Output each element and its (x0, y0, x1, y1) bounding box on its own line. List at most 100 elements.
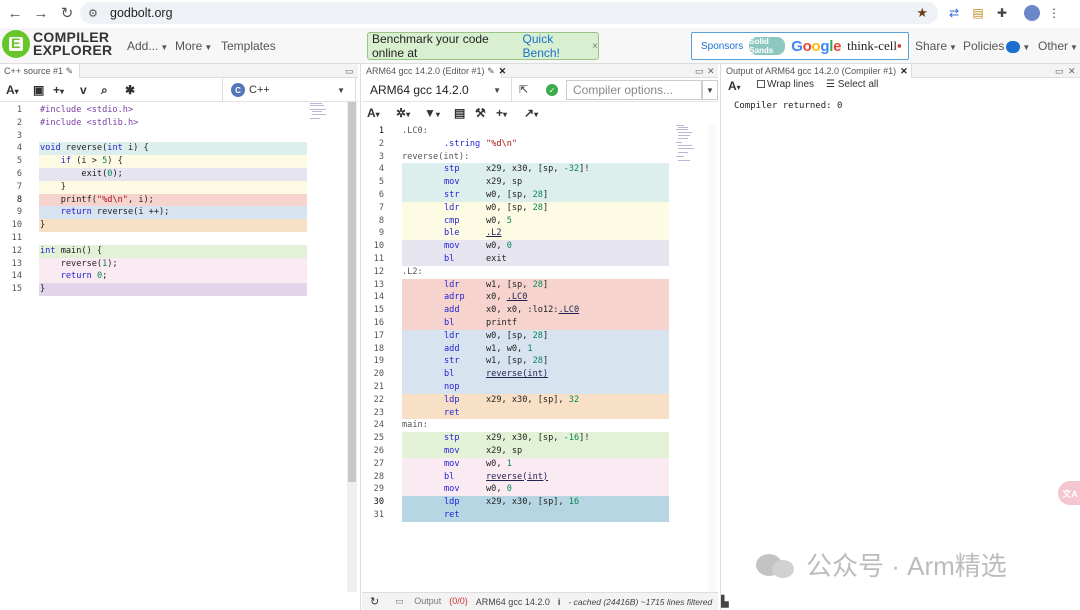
asm-line[interactable]: 6 str w0, [sp, 28] (362, 189, 672, 202)
filter-icon[interactable]: ▼▾ (424, 106, 440, 120)
source-line[interactable]: 2 #include <stdlib.h> (0, 117, 310, 130)
asm-line[interactable]: 18 add w1, w0, 1 (362, 342, 672, 356)
font-size-button[interactable]: A▾ (367, 106, 380, 120)
add-new-button[interactable]: +▾ (53, 83, 64, 97)
asm-label[interactable]: .L2: (402, 266, 423, 279)
maximize-icon[interactable]: ▭ (345, 64, 354, 78)
source-line[interactable]: 3 (0, 130, 310, 143)
source-line[interactable]: 4 void reverse(int i) { (0, 142, 310, 156)
asm-line[interactable]: 28 bl reverse(int) (362, 470, 672, 484)
asm-line[interactable]: 7 ldr w0, [sp, 28] (362, 201, 672, 215)
asm-line[interactable]: 1 .LC0: (362, 125, 672, 138)
asm-line[interactable]: 2 .string "%d\n" (362, 138, 672, 151)
asm-line[interactable]: 11 bl exit (362, 253, 672, 266)
vim-icon[interactable]: v (80, 83, 87, 97)
menu-share[interactable]: Share ▼ (915, 39, 957, 53)
asm-line[interactable]: 27 mov w0, 1 (362, 457, 672, 471)
asm-line[interactable]: 25 stp x29, x30, [sp, -16]! (362, 432, 672, 445)
profile-avatar[interactable] (1024, 5, 1040, 21)
address-bar[interactable]: ⚙ godbolt.org ★ (80, 2, 938, 24)
bookmark-star-icon[interactable]: ★ (916, 5, 928, 21)
asm-line[interactable]: 30 ldp x29, x30, [sp], 16 (362, 496, 672, 509)
thinkcell-logo[interactable]: think-cell▪ (847, 38, 901, 54)
source-line[interactable]: 8 printf("%d\n", i); (0, 193, 310, 207)
asm-line[interactable]: 8 cmp w0, 5 (362, 214, 672, 228)
asm-line[interactable]: 16 bl printf (362, 317, 672, 330)
asm-line[interactable]: 19 str w1, [sp, 28] (362, 355, 672, 369)
pane-splitter[interactable] (360, 64, 361, 610)
menu-add[interactable]: Add... ▼ (127, 39, 168, 53)
asm-line[interactable]: 29 mov w0, 0 (362, 483, 672, 497)
gear-icon[interactable]: ✲▾ (396, 106, 410, 120)
asm-line[interactable]: 21 nop (362, 381, 672, 394)
maximize-icon[interactable]: ▭ (695, 64, 704, 78)
asm-line[interactable]: 4 stp x29, x30, [sp, -32]! (362, 163, 672, 177)
asm-line[interactable]: 14 adrp x0, .LC0 (362, 291, 672, 305)
asm-line[interactable]: 23 ret (362, 406, 672, 420)
scroll-thumb[interactable] (348, 102, 356, 482)
asm-line[interactable]: 31 ret (362, 509, 672, 522)
site-info-icon[interactable]: ⚙ (88, 7, 102, 20)
compiler-select[interactable]: ARM64 gcc 14.2.0 ▼ (362, 78, 512, 102)
folder-extension-icon[interactable]: ▤ (968, 3, 988, 23)
asm-line[interactable]: 12 .L2: (362, 266, 672, 279)
popout-icon[interactable]: ⇱ (519, 83, 528, 96)
forward-icon[interactable]: → (30, 2, 52, 24)
reload-icon[interactable]: ↻ (56, 2, 78, 24)
tab-output[interactable]: Output of ARM64 gcc 14.2.0 (Compiler #1)… (722, 64, 912, 78)
source-line[interactable]: 13 reverse(1); (0, 257, 310, 271)
asm-scrollbar[interactable] (708, 124, 716, 592)
info-icon[interactable]: i (558, 597, 561, 607)
browser-menu-icon[interactable]: ⋮ (1044, 3, 1064, 23)
asm-line[interactable]: 9 ble .L2 (362, 227, 672, 241)
wrap-lines-toggle[interactable]: Wrap lines (757, 79, 814, 97)
source-line[interactable]: 11 (0, 232, 310, 245)
asm-line[interactable]: 24 main: (362, 419, 672, 432)
asm-line[interactable]: 13 ldr w1, [sp, 28] (362, 278, 672, 292)
translate-icon[interactable]: ⇄ (944, 3, 964, 23)
source-line[interactable]: 15} (0, 283, 310, 296)
close-pane-icon[interactable]: ✕ (707, 64, 715, 78)
asm-line[interactable]: 26 mov x29, sp (362, 445, 672, 458)
settings-icon[interactable]: ✱ (125, 83, 135, 97)
asm-line[interactable]: 15 add x0, x0, :lo12:.LC0 (362, 304, 672, 317)
refresh-icon[interactable]: ↻ (370, 595, 379, 608)
ce-logo[interactable]: COMPILER EXPLORER (2, 30, 112, 58)
asm-minimap[interactable] (674, 124, 700, 164)
language-select[interactable]: C C++ ▼ (222, 78, 356, 102)
source-line[interactable]: 1 #include <stdio.h> (0, 104, 310, 117)
compiler-options-input[interactable]: Compiler options... (566, 80, 702, 100)
source-editor[interactable]: 1 #include <stdio.h> 2 #include <stdlib.h> 3… (0, 104, 310, 304)
maximize-icon[interactable]: ▭ (1055, 64, 1064, 78)
source-line[interactable]: 9 return reverse(i ++); (0, 206, 310, 220)
extensions-puzzle-icon[interactable]: ✚ (992, 3, 1012, 23)
source-line[interactable]: 14 return 0; (0, 270, 310, 284)
asm-output-editor[interactable]: 1 .LC0: 2 .string "%d\n" 3 reverse(int): 4 stp x2… (362, 125, 672, 525)
tab-source[interactable]: C++ source #1 ✎ (0, 64, 80, 78)
search-icon[interactable]: ⌕ (101, 83, 108, 98)
source-line[interactable]: 10} (0, 219, 310, 232)
save-icon[interactable]: ▣ (33, 83, 44, 97)
optimization-icon[interactable]: ↗▾ (524, 106, 538, 120)
menu-other[interactable]: Other ▼ (1038, 39, 1078, 53)
translate-fab-icon[interactable]: 文A (1058, 481, 1080, 505)
output-link[interactable]: ▭ Output (0/0) (387, 596, 468, 607)
solid-sands-logo[interactable]: Solid Sands (749, 37, 786, 55)
close-icon[interactable]: × (592, 41, 598, 52)
source-minimap[interactable] (308, 102, 332, 122)
source-line[interactable]: 6 exit(0); (0, 168, 310, 181)
wrench-icon[interactable]: ⚒ (475, 106, 486, 120)
asm-line[interactable]: 10 mov w0, 0 (362, 240, 672, 253)
font-size-button[interactable]: A▾ (6, 83, 19, 97)
asm-label[interactable]: reverse(int): (402, 151, 469, 164)
asm-line[interactable]: 20 bl reverse(int) (362, 368, 672, 381)
source-line[interactable]: 12 int main() { (0, 244, 310, 258)
pane-splitter[interactable] (720, 64, 721, 610)
url-text[interactable]: godbolt.org (110, 6, 173, 20)
asm-line[interactable]: 3 reverse(int): (362, 151, 672, 164)
select-all-button[interactable]: ☰ Select all (826, 79, 878, 97)
asm-line[interactable]: 17 ldr w0, [sp, 28] (362, 329, 672, 343)
add-tool-button[interactable]: +▾ (496, 106, 507, 120)
options-dropdown-icon[interactable]: ▼ (702, 80, 718, 100)
asm-line[interactable]: 5 mov x29, sp (362, 176, 672, 189)
